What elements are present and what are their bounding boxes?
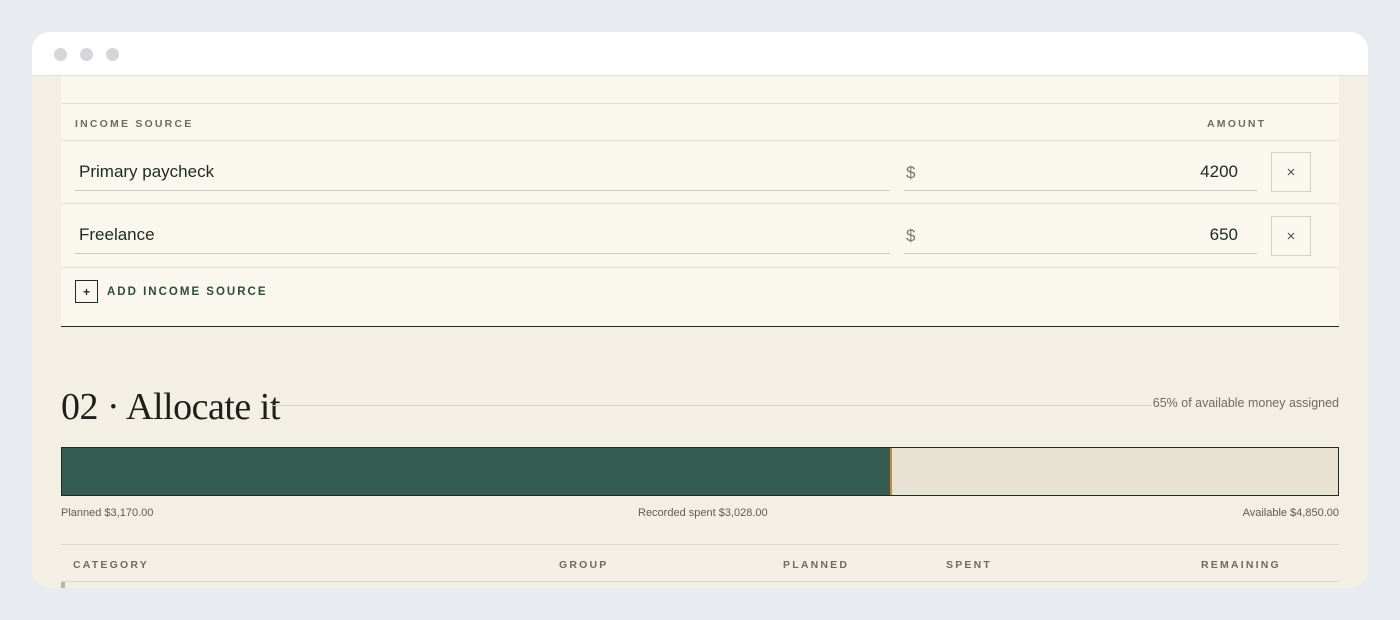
assigned-percentage-text: 65% of available money assigned — [1152, 396, 1339, 410]
browser-window: INCOME SOURCE AMOUNT $ × $ × — [32, 32, 1368, 588]
table-header-border — [61, 581, 1339, 582]
amount-column-header: AMOUNT — [1207, 118, 1267, 130]
group-column-header[interactable]: GROUP — [559, 559, 609, 571]
window-dot-icon[interactable] — [80, 48, 93, 61]
page-content: INCOME SOURCE AMOUNT $ × $ × — [32, 75, 1368, 588]
add-income-source-button[interactable]: + ADD INCOME SOURCE — [75, 279, 268, 304]
divider — [61, 203, 1339, 204]
close-icon: × — [1286, 227, 1296, 245]
divider — [61, 267, 1339, 268]
recorded-spent-total: Recorded spent $3,028.00 — [638, 507, 768, 519]
remove-income-button[interactable]: × — [1271, 216, 1311, 256]
scrolled-away-text — [61, 75, 1339, 103]
divider — [61, 140, 1339, 141]
allocation-progress-bar — [61, 447, 1339, 496]
available-total: Available $4,850.00 — [1242, 507, 1339, 519]
title-divider — [273, 405, 1152, 406]
section-title: 02 · Allocate it — [61, 386, 280, 428]
window-titlebar — [32, 32, 1368, 76]
close-icon: × — [1286, 163, 1296, 181]
add-income-source-label: ADD INCOME SOURCE — [107, 285, 268, 298]
income-source-name-input[interactable] — [75, 216, 890, 254]
income-source-column-header: INCOME SOURCE — [75, 118, 194, 130]
income-amount-input[interactable] — [904, 216, 1257, 254]
allocation-progress-fill — [62, 448, 892, 495]
category-column-header[interactable]: CATEGORY — [73, 559, 149, 571]
planned-total: Planned $3,170.00 — [61, 507, 154, 519]
remove-income-button[interactable]: × — [1271, 152, 1311, 192]
plus-icon: + — [75, 280, 98, 303]
allocation-progress-marker — [890, 448, 893, 495]
income-source-name-input[interactable] — [75, 153, 890, 191]
table-row — [61, 582, 65, 588]
spent-column-header[interactable]: SPENT — [946, 559, 992, 571]
divider — [61, 103, 1339, 104]
window-dot-icon[interactable] — [54, 48, 67, 61]
window-dot-icon[interactable] — [106, 48, 119, 61]
planned-column-header[interactable]: PLANNED — [783, 559, 849, 571]
income-card: INCOME SOURCE AMOUNT $ × $ × — [61, 75, 1339, 327]
remaining-column-header[interactable]: REMAINING — [1201, 559, 1281, 571]
table-top-border — [61, 544, 1339, 545]
income-amount-input[interactable] — [904, 153, 1257, 191]
